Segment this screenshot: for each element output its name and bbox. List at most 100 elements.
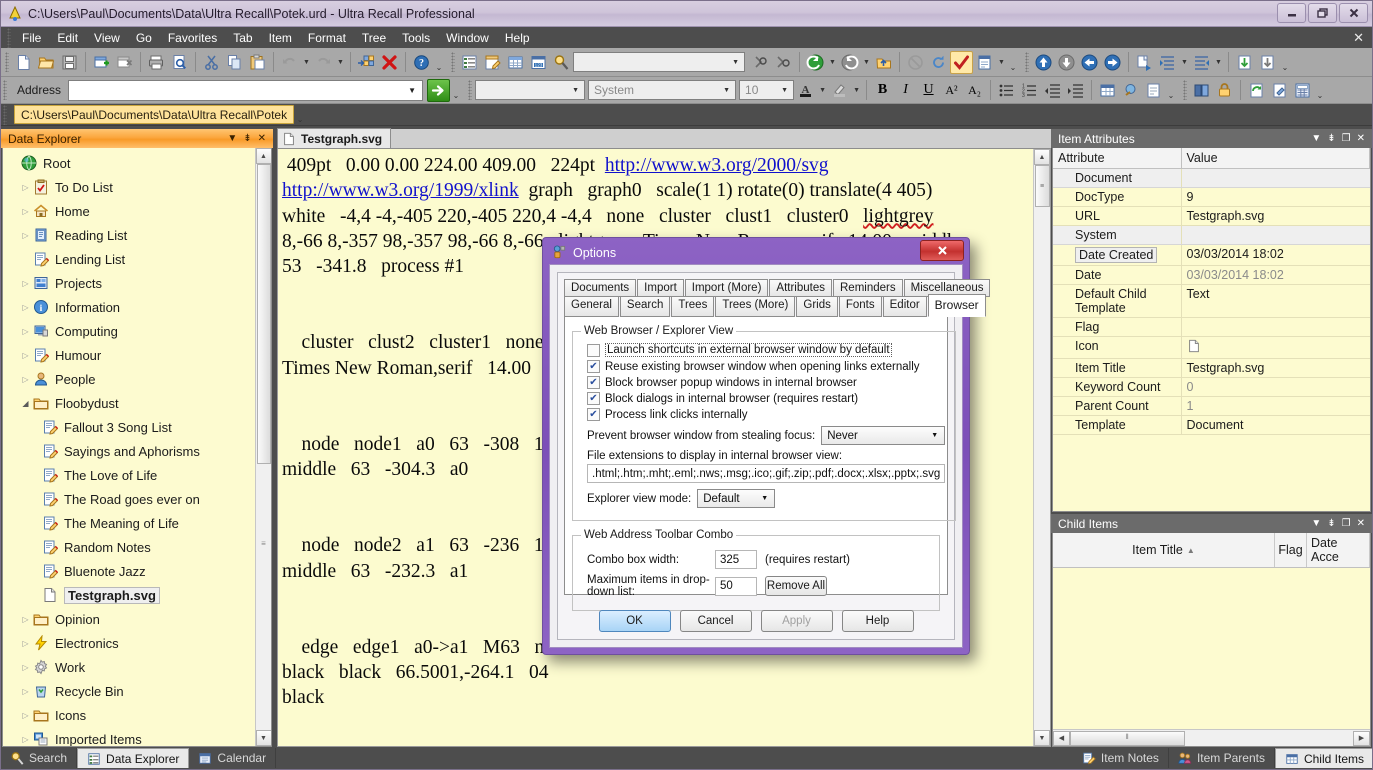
- xlink-namespace-link[interactable]: http://www.w3.org/1999/xlink: [282, 180, 519, 201]
- paste-icon[interactable]: [246, 51, 269, 74]
- outdent-dropdown-icon[interactable]: ▼: [1213, 51, 1224, 74]
- menu-go[interactable]: Go: [128, 29, 160, 47]
- pin-icon[interactable]: ⇟: [1327, 518, 1335, 529]
- dictionary-icon[interactable]: [1190, 79, 1213, 102]
- ok-button[interactable]: OK: [598, 610, 671, 632]
- underline-button[interactable]: U: [917, 79, 940, 102]
- tree-item-imported-items[interactable]: ▷ Imported Items: [3, 727, 271, 747]
- superscript-button[interactable]: A²: [940, 79, 963, 102]
- tab-grids[interactable]: Grids: [796, 296, 838, 317]
- tree-expander[interactable]: ▷: [19, 327, 32, 336]
- close-document-button[interactable]: ✕: [1353, 30, 1364, 46]
- toolbar-grip[interactable]: [1025, 52, 1029, 72]
- remove-all-button[interactable]: Remove All: [765, 576, 827, 596]
- highlight-dropdown-icon[interactable]: ▼: [851, 79, 862, 102]
- new-window-icon[interactable]: [90, 51, 113, 74]
- svg-namespace-link[interactable]: http://www.w3.org/2000/svg: [605, 155, 829, 176]
- tab-reminders[interactable]: Reminders: [833, 279, 903, 297]
- scroll-up-icon[interactable]: ▲: [1034, 149, 1050, 165]
- steal-focus-dropdown[interactable]: Never ▼: [821, 426, 946, 445]
- checkbox-block-dialogs[interactable]: [587, 392, 600, 405]
- table-row[interactable]: URL Testgraph.svg: [1053, 206, 1370, 226]
- tree-item-the-meaning-of-life[interactable]: The Meaning of Life: [3, 511, 271, 535]
- tree-item-work[interactable]: ▷ Work: [3, 655, 271, 679]
- close-button[interactable]: [1339, 3, 1368, 23]
- column-header-item-title[interactable]: Item Title ▲: [1053, 533, 1275, 567]
- tree-expander[interactable]: ▷: [19, 375, 32, 384]
- tree-item-fallout-3-song-list[interactable]: Fallout 3 Song List: [3, 415, 271, 439]
- chevron-down-icon[interactable]: ▼: [1311, 518, 1321, 529]
- italic-button[interactable]: I: [894, 79, 917, 102]
- subscript-button[interactable]: A₂: [963, 79, 986, 102]
- tree-item-projects[interactable]: ▷ Projects: [3, 271, 271, 295]
- properties-dropdown-icon[interactable]: ▼: [996, 51, 1007, 74]
- calculator-icon[interactable]: [1291, 79, 1314, 102]
- checkbox-reuse-browser-window[interactable]: [587, 360, 600, 373]
- toolbar-grip[interactable]: [1183, 80, 1188, 100]
- print-icon[interactable]: [145, 51, 168, 74]
- go-left-icon[interactable]: [1078, 51, 1101, 74]
- outdent-icon[interactable]: [1190, 51, 1213, 74]
- scrollbar-thumb[interactable]: [256, 164, 271, 464]
- tree-item-recycle-bin[interactable]: ▷ Recycle Bin: [3, 679, 271, 703]
- table-row[interactable]: Template Document: [1053, 415, 1370, 435]
- chevron-down-icon[interactable]: ▼: [720, 87, 733, 94]
- toolbar-grip[interactable]: [5, 52, 9, 72]
- combo-width-input[interactable]: 325: [715, 550, 757, 569]
- menu-view[interactable]: View: [86, 29, 128, 47]
- calendar-icon[interactable]: 123: [527, 51, 550, 74]
- tree-item-electronics[interactable]: ▷ Electronics: [3, 631, 271, 655]
- tree-expander[interactable]: ▷: [19, 207, 32, 216]
- tree-item-reading-list[interactable]: ▷ Reading List: [3, 223, 271, 247]
- chevron-down-icon[interactable]: ▼: [729, 59, 742, 66]
- tree-item-random-notes[interactable]: Random Notes: [3, 535, 271, 559]
- properties-icon[interactable]: [973, 51, 996, 74]
- promote-icon[interactable]: [1133, 51, 1156, 74]
- move-up-icon[interactable]: [1032, 51, 1055, 74]
- tree-expander[interactable]: ▷: [19, 279, 32, 288]
- delete-icon[interactable]: [378, 51, 401, 74]
- tree-item-opinion[interactable]: ▷ Opinion: [3, 607, 271, 631]
- pin-icon[interactable]: ⇟: [243, 133, 251, 144]
- menu-edit[interactable]: Edit: [49, 29, 86, 47]
- close-icon[interactable]: ✕: [1357, 518, 1365, 529]
- address-input[interactable]: ▼: [68, 79, 424, 101]
- tree-item-bluenote-jazz[interactable]: Bluenote Jazz: [3, 559, 271, 583]
- tree-expander[interactable]: ▷: [19, 735, 32, 744]
- data-explorer-scrollbar[interactable]: ▲ ≡ ▼: [255, 148, 271, 746]
- toolbar-overflow-button[interactable]: ⌄: [1279, 51, 1291, 74]
- copy-icon[interactable]: [223, 51, 246, 74]
- tree-item-humour[interactable]: ▷ Humour: [3, 343, 271, 367]
- chevron-down-icon[interactable]: ▼: [757, 495, 772, 502]
- tree-item-lending-list[interactable]: Lending List: [3, 247, 271, 271]
- scroll-left-icon[interactable]: ◀: [1053, 730, 1070, 746]
- checkbox-row-launch-shortcuts-external[interactable]: Launch shortcuts in external browser win…: [587, 343, 947, 357]
- edit-item-icon[interactable]: [481, 51, 504, 74]
- tree-item-to-do-list[interactable]: ▷ To Do List: [3, 175, 271, 199]
- redo-icon[interactable]: [312, 51, 335, 74]
- scrollbar-thumb[interactable]: ≡: [1034, 165, 1050, 207]
- tab-attributes[interactable]: Attributes: [769, 279, 832, 297]
- table-row[interactable]: Date Created 03/03/2014 18:02: [1053, 244, 1370, 266]
- column-header-date-accessed[interactable]: Date Acce: [1307, 533, 1370, 567]
- move-down-icon[interactable]: [1055, 51, 1078, 74]
- tree-expander[interactable]: ▷: [19, 303, 32, 312]
- toolbar-grip[interactable]: [3, 80, 7, 100]
- tab-general[interactable]: General: [564, 296, 619, 317]
- tree-expander[interactable]: ▷: [19, 711, 32, 720]
- tree-item-the-love-of-life[interactable]: The Love of Life: [3, 463, 271, 487]
- redo-dropdown-icon[interactable]: ▼: [335, 51, 346, 74]
- menu-item[interactable]: Item: [261, 29, 300, 47]
- scroll-down-icon[interactable]: ▼: [1034, 730, 1050, 746]
- scrollbar-track[interactable]: ≡: [261, 464, 266, 730]
- menu-favorites[interactable]: Favorites: [160, 29, 225, 47]
- tree-item-testgraph-svg[interactable]: Testgraph.svg: [3, 583, 271, 607]
- toolbar-grip[interactable]: [468, 80, 473, 100]
- quick-search-combo[interactable]: ▼: [573, 52, 745, 72]
- forward-icon[interactable]: [838, 51, 861, 74]
- menu-grip[interactable]: [7, 27, 11, 48]
- column-header-value[interactable]: Value: [1181, 148, 1370, 169]
- toolbar-overflow-button[interactable]: ⌄: [1165, 79, 1177, 102]
- open-folder-icon[interactable]: [35, 51, 58, 74]
- insert-table-icon[interactable]: [1096, 79, 1119, 102]
